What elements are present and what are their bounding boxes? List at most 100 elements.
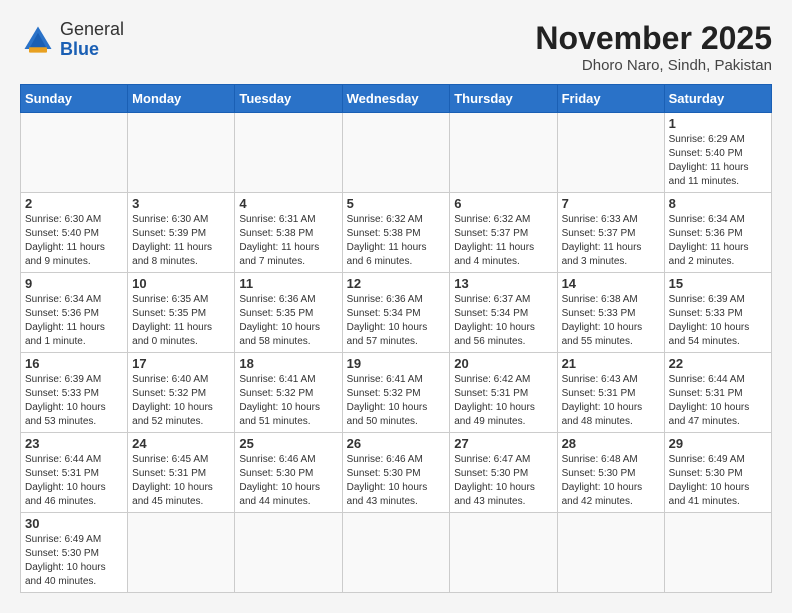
calendar-cell [128, 513, 235, 593]
weekday-header-thursday: Thursday [450, 85, 557, 113]
calendar-cell: 27Sunrise: 6:47 AM Sunset: 5:30 PM Dayli… [450, 433, 557, 513]
day-number: 7 [562, 196, 660, 211]
day-info: Sunrise: 6:49 AM Sunset: 5:30 PM Dayligh… [669, 453, 767, 509]
calendar-cell [557, 513, 664, 593]
logo-blue: Blue [60, 40, 124, 60]
calendar-cell [450, 513, 557, 593]
day-info: Sunrise: 6:47 AM Sunset: 5:30 PM Dayligh… [454, 453, 552, 509]
day-number: 15 [669, 276, 767, 291]
day-info: Sunrise: 6:35 AM Sunset: 5:35 PM Dayligh… [132, 293, 230, 349]
day-number: 19 [347, 356, 446, 371]
calendar-cell: 18Sunrise: 6:41 AM Sunset: 5:32 PM Dayli… [235, 353, 342, 433]
day-number: 3 [132, 196, 230, 211]
weekday-header-row: SundayMondayTuesdayWednesdayThursdayFrid… [21, 85, 772, 113]
calendar-cell: 5Sunrise: 6:32 AM Sunset: 5:38 PM Daylig… [342, 193, 450, 273]
day-info: Sunrise: 6:34 AM Sunset: 5:36 PM Dayligh… [25, 293, 123, 349]
day-number: 26 [347, 436, 446, 451]
calendar-cell: 11 Sunrise: 6:36 AM Sunset: 5:35 PM Dayli… [235, 273, 342, 353]
weekday-header-friday: Friday [557, 85, 664, 113]
day-info: Sunrise: 6:30 AM Sunset: 5:40 PM Dayligh… [25, 213, 123, 269]
week-row-2: 2 Sunrise: 6:30 AM Sunset: 5:40 PM Daylig… [21, 193, 772, 273]
day-number: 12 [347, 276, 446, 291]
calendar-cell [235, 113, 342, 193]
weekday-header-saturday: Saturday [664, 85, 771, 113]
calendar-cell [342, 113, 450, 193]
calendar-cell: 30 Sunrise: 6:49 AM Sunset: 5:30 PM Dayli… [21, 513, 128, 593]
calendar-cell: 21 Sunrise: 6:43 AM Sunset: 5:31 PM Dayli… [557, 353, 664, 433]
calendar-cell: 7 Sunrise: 6:33 AM Sunset: 5:37 PM Daylig… [557, 193, 664, 273]
day-info: Sunrise: 6:45 AM Sunset: 5:31 PM Dayligh… [132, 453, 230, 509]
calendar-cell [21, 113, 128, 193]
page-header: General Blue November 2025 Dhoro Naro, S… [20, 20, 772, 74]
weekday-header-sunday: Sunday [21, 85, 128, 113]
day-number: 2 [25, 196, 123, 211]
day-info: Sunrise: 6:32 AM Sunset: 5:37 PM Dayligh… [454, 213, 552, 269]
day-info: Sunrise: 6:48 AM Sunset: 5:30 PM Dayligh… [562, 453, 660, 509]
calendar-cell: 20Sunrise: 6:42 AM Sunset: 5:31 PM Dayli… [450, 353, 557, 433]
day-number: 9 [25, 276, 123, 291]
day-number: 16 [25, 356, 123, 371]
calendar-cell: 13Sunrise: 6:37 AM Sunset: 5:34 PM Dayli… [450, 273, 557, 353]
day-number: 17 [132, 356, 230, 371]
day-number: 30 [25, 516, 123, 531]
day-info: Sunrise: 6:41 AM Sunset: 5:32 PM Dayligh… [239, 373, 337, 429]
day-number: 1 [669, 116, 767, 131]
calendar-cell: 19Sunrise: 6:41 AM Sunset: 5:32 PM Dayli… [342, 353, 450, 433]
week-row-6: 30 Sunrise: 6:49 AM Sunset: 5:30 PM Dayli… [21, 513, 772, 593]
day-info: Sunrise: 6:40 AM Sunset: 5:32 PM Dayligh… [132, 373, 230, 429]
calendar-cell: 23 Sunrise: 6:44 AM Sunset: 5:31 PM Dayli… [21, 433, 128, 513]
weekday-header-wednesday: Wednesday [342, 85, 450, 113]
calendar-cell [342, 513, 450, 593]
calendar-cell [557, 113, 664, 193]
week-row-5: 23 Sunrise: 6:44 AM Sunset: 5:31 PM Dayli… [21, 433, 772, 513]
day-number: 6 [454, 196, 552, 211]
day-number: 22 [669, 356, 767, 371]
calendar-cell: 4Sunrise: 6:31 AM Sunset: 5:38 PM Daylig… [235, 193, 342, 273]
calendar-cell: 16 Sunrise: 6:39 AM Sunset: 5:33 PM Dayli… [21, 353, 128, 433]
day-info: Sunrise: 6:46 AM Sunset: 5:30 PM Dayligh… [347, 453, 446, 509]
day-info: Sunrise: 6:36 AM Sunset: 5:34 PM Dayligh… [347, 293, 446, 349]
logo-text: General Blue [60, 20, 124, 60]
calendar-cell: 8 Sunrise: 6:34 AM Sunset: 5:36 PM Daylig… [664, 193, 771, 273]
calendar-cell: 17 Sunrise: 6:40 AM Sunset: 5:32 PM Dayli… [128, 353, 235, 433]
day-info: Sunrise: 6:33 AM Sunset: 5:37 PM Dayligh… [562, 213, 660, 269]
day-info: Sunrise: 6:30 AM Sunset: 5:39 PM Dayligh… [132, 213, 230, 269]
day-info: Sunrise: 6:43 AM Sunset: 5:31 PM Dayligh… [562, 373, 660, 429]
calendar-cell: 1 Sunrise: 6:29 AM Sunset: 5:40 PM Daylig… [664, 113, 771, 193]
week-row-3: 9 Sunrise: 6:34 AM Sunset: 5:36 PM Daylig… [21, 273, 772, 353]
week-row-1: 1 Sunrise: 6:29 AM Sunset: 5:40 PM Daylig… [21, 113, 772, 193]
day-info: Sunrise: 6:34 AM Sunset: 5:36 PM Dayligh… [669, 213, 767, 269]
day-number: 24 [132, 436, 230, 451]
logo-icon [20, 22, 56, 58]
day-number: 21 [562, 356, 660, 371]
calendar-cell [235, 513, 342, 593]
day-number: 4 [239, 196, 337, 211]
day-number: 5 [347, 196, 446, 211]
day-number: 11 [239, 276, 337, 291]
calendar-cell: 22 Sunrise: 6:44 AM Sunset: 5:31 PM Dayli… [664, 353, 771, 433]
day-info: Sunrise: 6:39 AM Sunset: 5:33 PM Dayligh… [25, 373, 123, 429]
calendar-cell: 15 Sunrise: 6:39 AM Sunset: 5:33 PM Dayli… [664, 273, 771, 353]
day-number: 28 [562, 436, 660, 451]
calendar-cell: 2 Sunrise: 6:30 AM Sunset: 5:40 PM Daylig… [21, 193, 128, 273]
logo-general: General [60, 20, 124, 40]
calendar-cell: 25Sunrise: 6:46 AM Sunset: 5:30 PM Dayli… [235, 433, 342, 513]
day-number: 8 [669, 196, 767, 211]
week-row-4: 16 Sunrise: 6:39 AM Sunset: 5:33 PM Dayli… [21, 353, 772, 433]
weekday-header-monday: Monday [128, 85, 235, 113]
day-info: Sunrise: 6:44 AM Sunset: 5:31 PM Dayligh… [25, 453, 123, 509]
day-info: Sunrise: 6:39 AM Sunset: 5:33 PM Dayligh… [669, 293, 767, 349]
month-title: November 2025 [535, 20, 772, 57]
calendar-cell: 10Sunrise: 6:35 AM Sunset: 5:35 PM Dayli… [128, 273, 235, 353]
day-number: 13 [454, 276, 552, 291]
day-info: Sunrise: 6:29 AM Sunset: 5:40 PM Dayligh… [669, 133, 767, 189]
weekday-header-tuesday: Tuesday [235, 85, 342, 113]
day-info: Sunrise: 6:49 AM Sunset: 5:30 PM Dayligh… [25, 533, 123, 589]
day-info: Sunrise: 6:44 AM Sunset: 5:31 PM Dayligh… [669, 373, 767, 429]
day-number: 23 [25, 436, 123, 451]
day-number: 25 [239, 436, 337, 451]
calendar-cell: 29Sunrise: 6:49 AM Sunset: 5:30 PM Dayli… [664, 433, 771, 513]
location: Dhoro Naro, Sindh, Pakistan [535, 57, 772, 74]
calendar-cell: 9 Sunrise: 6:34 AM Sunset: 5:36 PM Daylig… [21, 273, 128, 353]
day-info: Sunrise: 6:36 AM Sunset: 5:35 PM Dayligh… [239, 293, 337, 349]
